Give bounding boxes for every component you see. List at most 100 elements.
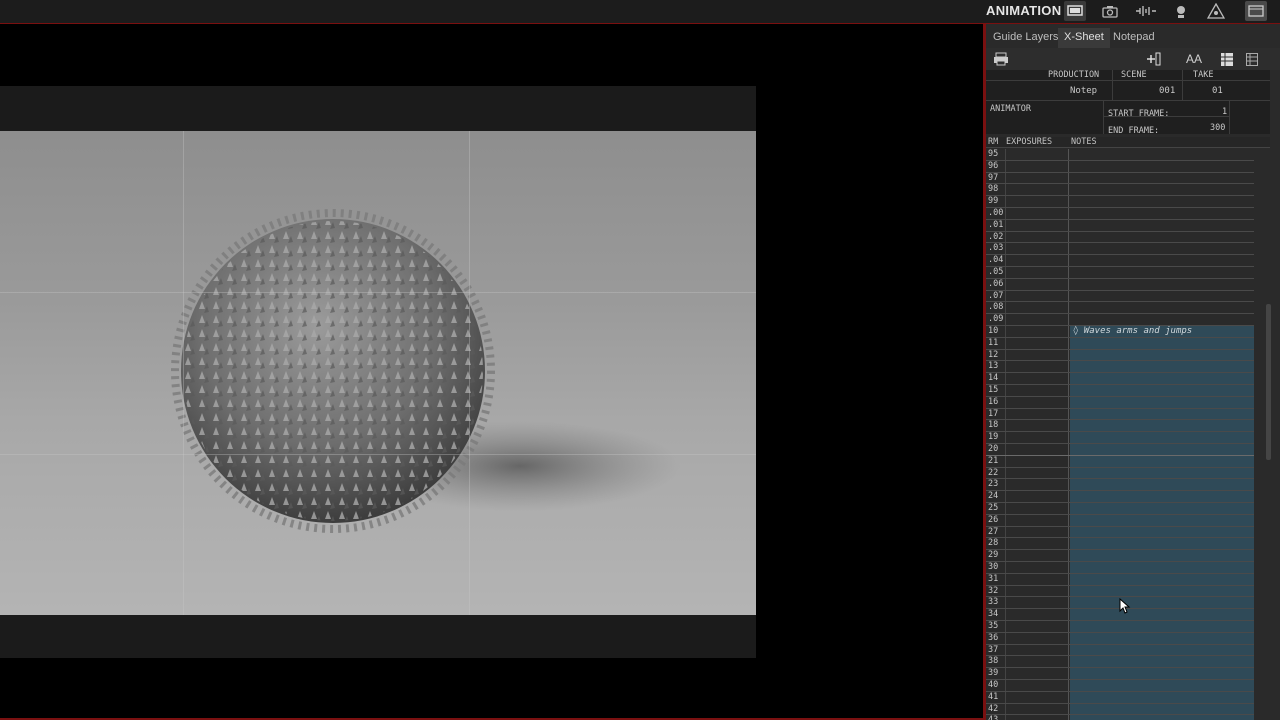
exposure-cell[interactable] (1005, 302, 1069, 314)
xsheet-row[interactable]: 32 (986, 585, 1254, 598)
font-size-icon[interactable]: AA (1184, 50, 1204, 68)
note-cell[interactable] (1070, 503, 1254, 514)
note-cell[interactable] (1070, 314, 1254, 325)
xsheet-row[interactable]: 20 (986, 444, 1254, 456)
exposure-cell[interactable] (1005, 231, 1069, 243)
exposure-cell[interactable] (1005, 621, 1069, 632)
note-cell[interactable] (1070, 526, 1254, 538)
xsheet-row[interactable]: 22 (986, 467, 1254, 480)
exposure-cell[interactable] (1005, 514, 1069, 526)
xsheet-row[interactable]: 97 (986, 172, 1254, 185)
xsheet-row[interactable]: 23 (986, 479, 1254, 492)
xsheet-row[interactable]: .01 (986, 219, 1254, 232)
display-icon[interactable] (1064, 1, 1086, 21)
note-cell[interactable] (1070, 609, 1254, 620)
xsheet-row[interactable]: 39 (986, 668, 1254, 680)
note-cell[interactable] (1070, 455, 1254, 467)
xsheet-row[interactable]: .00 (986, 208, 1254, 220)
xsheet-row[interactable]: 98 (986, 184, 1254, 197)
xsheet-row[interactable]: .08 (986, 302, 1254, 315)
exposure-cell[interactable] (1005, 609, 1069, 620)
xsheet-row[interactable]: 10 ◊ Waves arms and jumps (986, 326, 1254, 338)
xsheet-row[interactable]: 37 (986, 644, 1254, 657)
exposure-cell[interactable] (1005, 149, 1069, 160)
exposure-cell[interactable] (1005, 160, 1069, 172)
end-frame-value[interactable]: 300 (1210, 123, 1225, 133)
xsheet-row[interactable]: 14 (986, 373, 1254, 385)
note-cell[interactable] (1070, 337, 1254, 349)
print-icon[interactable] (992, 50, 1010, 68)
note-cell[interactable] (1070, 173, 1254, 184)
exposure-cell[interactable] (1005, 703, 1069, 715)
note-cell[interactable] (1070, 220, 1254, 231)
note-cell[interactable] (1070, 232, 1254, 243)
note-cell[interactable] (1070, 656, 1254, 668)
exposure-cell[interactable] (1005, 632, 1069, 644)
lighting-icon[interactable] (1170, 1, 1192, 21)
note-cell[interactable] (1070, 302, 1254, 313)
exposure-cell[interactable] (1005, 196, 1069, 207)
exposure-cell[interactable] (1005, 550, 1069, 561)
xsheet-row[interactable]: 16 (986, 396, 1254, 409)
xsheet-row[interactable]: 30 (986, 562, 1254, 574)
note-cell[interactable] (1070, 396, 1254, 408)
note-text[interactable]: ◊ Waves arms and jumps (1073, 326, 1192, 337)
xsheet-row[interactable]: 99 (986, 196, 1254, 208)
xsheet-row[interactable]: 13 (986, 361, 1254, 374)
exposure-cell[interactable] (1005, 479, 1069, 491)
exposure-cell[interactable] (1005, 349, 1069, 361)
xsheet-row[interactable]: 41 (986, 691, 1254, 704)
note-cell[interactable] (1070, 196, 1254, 207)
note-cell[interactable] (1070, 491, 1254, 502)
note-cell[interactable] (1070, 291, 1254, 302)
exposure-cell[interactable] (1005, 467, 1069, 479)
start-frame-value[interactable]: 1 (1222, 107, 1227, 117)
note-cell[interactable] (1070, 562, 1254, 573)
xsheet-row[interactable]: 40 (986, 680, 1254, 692)
xsheet-row[interactable]: 21 (986, 455, 1254, 468)
xsheet-row[interactable]: 29 (986, 550, 1254, 562)
xsheet-row[interactable]: .06 (986, 278, 1254, 291)
note-cell[interactable] (1070, 255, 1254, 266)
exposure-cell[interactable] (1005, 444, 1069, 455)
grid-view-icon[interactable] (1244, 50, 1260, 68)
note-cell[interactable] (1070, 632, 1254, 644)
note-cell[interactable] (1070, 597, 1254, 609)
exposure-cell[interactable] (1005, 373, 1069, 384)
xsheet-rows[interactable]: 95 96 97 98 99.00.01.02.03.04.05.06.07.08.09… (986, 148, 1254, 720)
xsheet-row[interactable]: .09 (986, 314, 1254, 326)
note-cell[interactable] (1070, 184, 1254, 195)
exposure-cell[interactable] (1005, 455, 1069, 467)
exposure-cell[interactable] (1005, 691, 1069, 703)
exposure-cell[interactable] (1005, 314, 1069, 325)
xsheet-row[interactable]: 38 (986, 656, 1254, 669)
exposure-cell[interactable] (1005, 361, 1069, 373)
tab-guide-layers[interactable]: Guide Layers (987, 28, 1064, 48)
note-cell[interactable] (1070, 349, 1254, 361)
exposure-cell[interactable] (1005, 526, 1069, 538)
take-value[interactable]: 01 (1212, 86, 1223, 96)
exposure-cell[interactable] (1005, 644, 1069, 656)
exposure-cell[interactable] (1005, 267, 1069, 278)
note-cell[interactable] (1070, 373, 1254, 384)
xsheet-row[interactable]: 15 (986, 385, 1254, 397)
exposure-cell[interactable] (1005, 715, 1069, 720)
note-cell[interactable] (1070, 408, 1254, 420)
note-cell[interactable] (1070, 538, 1254, 550)
note-cell[interactable] (1070, 514, 1254, 526)
camera-icon[interactable] (1099, 1, 1121, 21)
note-cell[interactable] (1070, 715, 1254, 720)
tab-x-sheet[interactable]: X-Sheet (1058, 28, 1110, 48)
exposure-cell[interactable] (1005, 597, 1069, 609)
xsheet-row[interactable]: 18 (986, 420, 1254, 433)
exposure-cell[interactable] (1005, 538, 1069, 550)
note-cell[interactable] (1070, 385, 1254, 396)
exposure-cell[interactable] (1005, 184, 1069, 196)
exposure-cell[interactable] (1005, 432, 1069, 443)
xsheet-row[interactable]: 35 (986, 621, 1254, 633)
note-cell[interactable] (1070, 691, 1254, 703)
note-cell[interactable] (1070, 243, 1254, 254)
xsheet-row[interactable]: 43 (986, 715, 1254, 720)
exposure-cell[interactable] (1005, 656, 1069, 668)
exposure-cell[interactable] (1005, 243, 1069, 255)
